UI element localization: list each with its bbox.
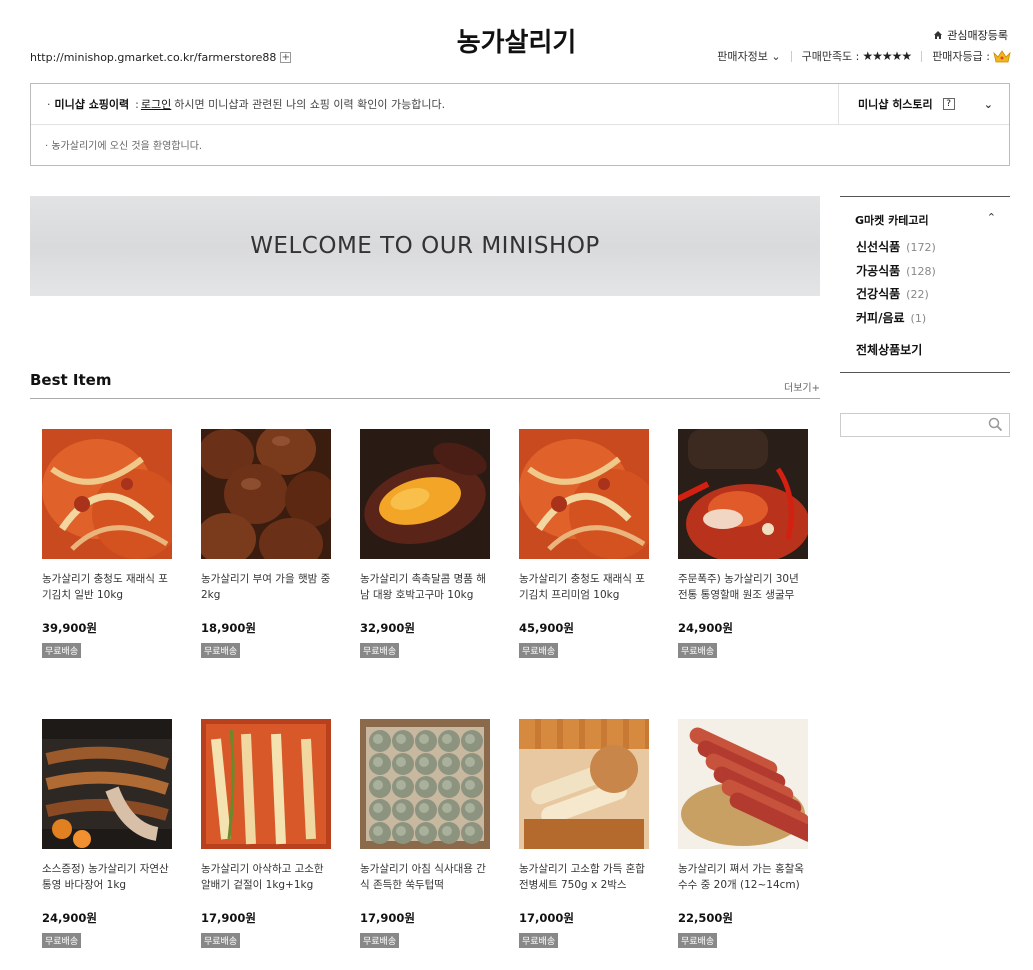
product-name[interactable]: 농가살리기 부여 가을 햇밤 중 2kg	[201, 571, 331, 603]
history-toggle[interactable]: 미니샵 히스토리 ? ⌄	[838, 84, 1009, 124]
welcome-banner: WELCOME TO OUR MINISHOP	[30, 196, 820, 296]
minishop-history-panel: · 미니샵 쇼핑이력 : 로그인 하시면 미니샵과 관련된 나의 쇼핑 이력 확…	[30, 83, 1010, 166]
product-card[interactable]: 농가살리기 촉촉달콤 명품 해남 대왕 호박고구마 10kg 32,900원무료배…	[360, 429, 490, 658]
product-name[interactable]: 농가살리기 고소함 가득 혼합전병세트 750g x 2박스	[519, 861, 649, 893]
product-image[interactable]	[42, 719, 172, 849]
favorite-store-link[interactable]: 관심매장등록	[933, 27, 1008, 43]
search-icon[interactable]	[988, 417, 1003, 432]
chevron-down-icon: ⌄	[771, 50, 781, 63]
free-shipping-badge: 무료배송	[360, 643, 400, 658]
free-shipping-badge: 무료배송	[201, 643, 241, 658]
category-label[interactable]: 신선식품	[856, 240, 900, 254]
history-message: 하시면 미니샵과 관련된 나의 쇼핑 이력 확인이 가능합니다.	[174, 98, 446, 111]
product-card[interactable]: 소스증정) 농가살리기 자연산 통영 바다장어 1kg 24,900원무료배송	[42, 719, 172, 948]
favorite-store-label[interactable]: 관심매장등록	[947, 27, 1008, 43]
welcome-text: 농가살리기에 오신 것을 환영합니다.	[51, 141, 203, 152]
product-name[interactable]: 농가살리기 충청도 재래식 포기김치 일반 10kg	[42, 571, 172, 603]
banner-text: WELCOME TO OUR MINISHOP	[250, 233, 600, 259]
free-shipping-badge: 무료배송	[519, 643, 559, 658]
free-shipping-badge: 무료배송	[42, 643, 82, 658]
product-card[interactable]: 농가살리기 충청도 재래식 포기김치 프리미엄 10kg 45,900원무료배송	[519, 429, 649, 658]
category-label[interactable]: 가공식품	[856, 264, 900, 278]
product-price: 39,900원	[42, 621, 97, 635]
crown-icon	[993, 50, 1011, 63]
product-name[interactable]: 농가살리기 쪄서 가는 홍찰옥수수 중 20개 (12~14cm)	[678, 861, 808, 893]
help-icon[interactable]: ?	[942, 98, 955, 110]
divider	[921, 50, 923, 62]
history-colon: :	[135, 97, 139, 111]
free-shipping-badge: 무료배송	[678, 933, 718, 948]
product-price: 17,900원	[360, 911, 415, 925]
category-title: G마켓 카테고리	[855, 214, 929, 227]
category-label[interactable]: 커피/음료	[856, 311, 905, 325]
seller-info-dropdown[interactable]: 판매자정보 ⌄	[717, 48, 780, 64]
product-card[interactable]: 농가살리기 충청도 재래식 포기김치 일반 10kg 39,900원무료배송	[42, 429, 172, 658]
product-name[interactable]: 농가살리기 아삭하고 고소한 알배기 겉절이 1kg+1kg	[201, 861, 331, 893]
history-title[interactable]: 미니샵 히스토리	[858, 96, 933, 112]
best-item-header: Best Item 더보기+	[30, 370, 820, 399]
product-card[interactable]: 농가살리기 부여 가을 햇밤 중 2kg 18,900원무료배송	[201, 429, 331, 658]
search-input[interactable]	[841, 414, 981, 436]
product-price: 32,900원	[360, 621, 415, 635]
seller-meta: 판매자정보 ⌄ 구매만족도 : ★★★★★ 판매자등급 :	[717, 48, 1011, 64]
home-icon	[934, 31, 943, 39]
satisfaction-stars: ★★★★★	[862, 49, 912, 63]
login-link[interactable]: 로그인	[141, 96, 171, 112]
product-image[interactable]	[360, 429, 490, 559]
product-image[interactable]	[519, 429, 649, 559]
divider	[790, 50, 792, 62]
free-shipping-badge: 무료배송	[678, 643, 718, 658]
free-shipping-badge: 무료배송	[360, 933, 400, 948]
bullet: ·	[47, 97, 51, 111]
product-card[interactable]: 농가살리기 고소함 가득 혼합전병세트 750g x 2박스 17,000원무료배…	[519, 719, 649, 948]
product-price: 45,900원	[519, 621, 574, 635]
free-shipping-badge: 무료배송	[201, 933, 241, 948]
grade-label: 판매자등급 :	[932, 50, 990, 63]
minishop-search	[840, 413, 1010, 437]
history-label: 미니샵 쇼핑이력	[54, 98, 130, 111]
product-card[interactable]: 농가살리기 쪄서 가는 홍찰옥수수 중 20개 (12~14cm) 22,500원…	[678, 719, 808, 948]
product-image[interactable]	[519, 719, 649, 849]
product-price: 24,900원	[42, 911, 97, 925]
product-name[interactable]: 주문폭주) 농가살리기 30년 전통 통영할매 원조 생굴무	[678, 571, 808, 603]
product-image[interactable]	[678, 719, 808, 849]
product-card[interactable]: 농가살리기 아침 식사대용 간식 존득한 쑥두텁떡 17,900원무료배송	[360, 719, 490, 948]
category-list: 신선식품 (172) 가공식품 (128) 건강식품 (22) 커피/음료 (1)	[856, 238, 936, 332]
category-count: (128)	[906, 264, 936, 278]
product-name[interactable]: 소스증정) 농가살리기 자연산 통영 바다장어 1kg	[42, 861, 172, 893]
category-label[interactable]: 건강식품	[856, 287, 900, 301]
more-link[interactable]: 더보기+	[784, 379, 820, 394]
product-card[interactable]: 농가살리기 아삭하고 고소한 알배기 겉절이 1kg+1kg 17,900원무료배…	[201, 719, 331, 948]
category-panel: G마켓 카테고리 ⌃ 신선식품 (172) 가공식품 (128) 건강식품 (22) …	[840, 196, 1010, 373]
chevron-up-icon[interactable]: ⌃	[987, 211, 996, 224]
category-item[interactable]: 건강식품 (22)	[856, 285, 936, 309]
product-image[interactable]	[201, 719, 331, 849]
category-count: (22)	[906, 288, 929, 301]
product-price: 17,900원	[201, 911, 256, 925]
product-image[interactable]	[360, 719, 490, 849]
free-shipping-badge: 무료배송	[42, 933, 82, 948]
product-card[interactable]: 주문폭주) 농가살리기 30년 전통 통영할매 원조 생굴무 24,900원무료배…	[678, 429, 808, 658]
category-item[interactable]: 가공식품 (128)	[856, 262, 936, 286]
product-image[interactable]	[678, 429, 808, 559]
product-price: 24,900원	[678, 621, 733, 635]
category-item[interactable]: 커피/음료 (1)	[856, 309, 936, 333]
product-name[interactable]: 농가살리기 촉촉달콤 명품 해남 대왕 호박고구마 10kg	[360, 571, 490, 603]
free-shipping-badge: 무료배송	[519, 933, 559, 948]
product-price: 22,500원	[678, 911, 733, 925]
product-image[interactable]	[42, 429, 172, 559]
category-count: (172)	[906, 241, 936, 254]
seller-info-label[interactable]: 판매자정보	[717, 50, 768, 63]
chevron-down-icon[interactable]: ⌄	[984, 98, 993, 111]
product-name[interactable]: 농가살리기 아침 식사대용 간식 존득한 쑥두텁떡	[360, 861, 490, 893]
product-name[interactable]: 농가살리기 충청도 재래식 포기김치 프리미엄 10kg	[519, 571, 649, 603]
product-price: 18,900원	[201, 621, 256, 635]
category-item[interactable]: 신선식품 (172)	[856, 238, 936, 262]
product-price: 17,000원	[519, 911, 574, 925]
best-item-title: Best Item	[30, 371, 112, 389]
satisfaction-label: 구매만족도 :	[801, 50, 860, 63]
product-image[interactable]	[201, 429, 331, 559]
category-count: (1)	[910, 311, 927, 325]
view-all-products-link[interactable]: 전체상품보기	[856, 341, 922, 358]
